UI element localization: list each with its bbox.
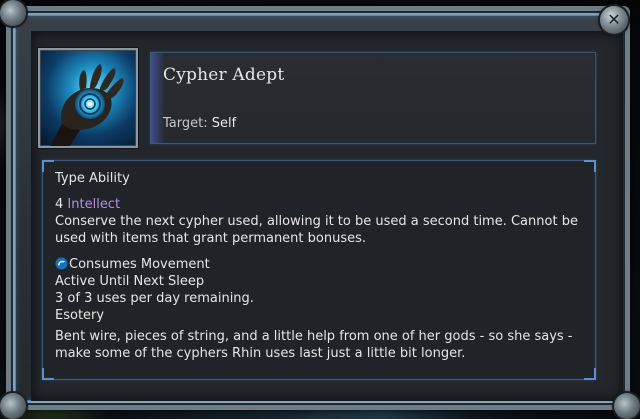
frame-corner-rivet-icon bbox=[0, 0, 26, 26]
ability-portrait bbox=[38, 48, 138, 148]
consumes-text: Consumes Movement bbox=[69, 257, 210, 272]
panel-corner-accent bbox=[584, 160, 596, 172]
ability-cost: 4 Intellect bbox=[55, 196, 585, 213]
close-icon: ✕ bbox=[607, 10, 621, 29]
game-scene: ✕ Cypher Adept Target: Self Type Ability… bbox=[0, 0, 640, 419]
school-line: Esotery bbox=[55, 308, 105, 323]
flavor-text: Bent wire, pieces of string, and a littl… bbox=[55, 329, 573, 361]
ability-title: Cypher Adept bbox=[163, 65, 285, 85]
ability-header-panel: Cypher Adept Target: Self bbox=[150, 52, 596, 144]
cost-stat: Intellect bbox=[67, 197, 121, 212]
frame-corner-rivet-icon bbox=[0, 393, 26, 419]
cost-amount: 4 bbox=[55, 197, 64, 212]
target-label: Target: bbox=[163, 116, 208, 131]
frame-corner-rivet-icon bbox=[614, 393, 640, 419]
uses-line: 3 of 3 uses per day remaining. bbox=[55, 291, 254, 306]
movement-icon bbox=[55, 257, 68, 270]
duration-line: Active Until Next Sleep bbox=[55, 274, 205, 289]
ability-details: Type Ability 4 Intellect Conserve the ne… bbox=[55, 170, 585, 362]
target-line: Target: Self bbox=[163, 116, 236, 131]
ability-type: Type Ability bbox=[55, 171, 130, 186]
panel-corner-accent bbox=[42, 368, 54, 380]
target-value: Self bbox=[211, 116, 237, 131]
panel-corner-accent bbox=[42, 160, 54, 172]
close-button[interactable]: ✕ bbox=[600, 6, 628, 34]
ability-description: Conserve the next cypher used, allowing … bbox=[55, 214, 578, 246]
glowing-hand-icon bbox=[50, 64, 124, 146]
ability-details-panel: Type Ability 4 Intellect Conserve the ne… bbox=[42, 160, 596, 380]
consumes-line: Consumes Movement bbox=[55, 256, 585, 273]
panel-corner-accent bbox=[584, 368, 596, 380]
